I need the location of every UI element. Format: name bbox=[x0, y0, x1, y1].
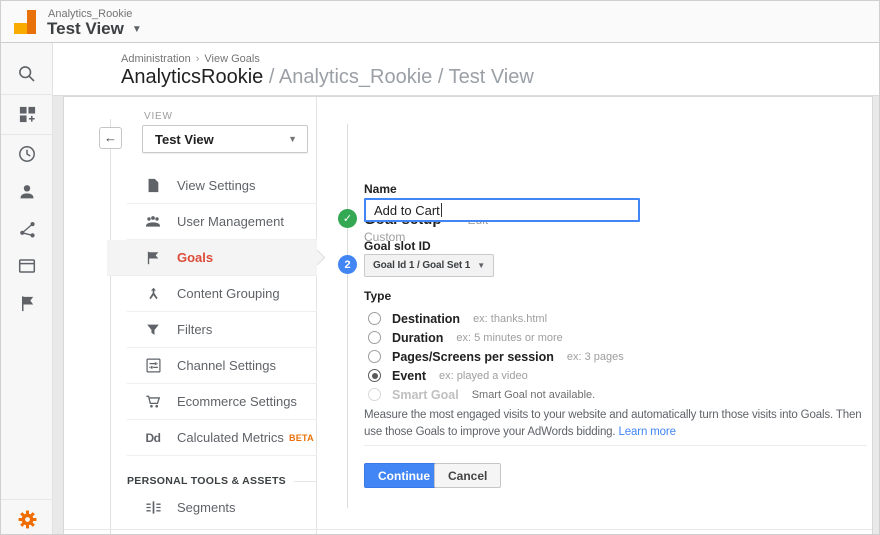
smart-goal-description: Measure the most engaged visits to your … bbox=[364, 407, 876, 440]
breadcrumb-band: Administration›View Goals AnalyticsRooki… bbox=[53, 43, 880, 96]
step2-number-badge: 2 bbox=[338, 255, 357, 274]
stepper-line bbox=[347, 124, 348, 508]
channel-settings-icon bbox=[144, 357, 162, 375]
segments-icon bbox=[144, 499, 162, 517]
view-settings-nav: ← VIEW Test View ▼ View Settings User Ma… bbox=[64, 97, 317, 535]
conversions-icon[interactable] bbox=[15, 291, 39, 315]
type-options: Destination ex: thanks.html Duration ex:… bbox=[368, 309, 624, 404]
back-button[interactable]: ← bbox=[99, 127, 122, 149]
name-label: Name bbox=[364, 182, 397, 196]
admin-gear-icon[interactable] bbox=[15, 507, 39, 531]
radio-icon bbox=[368, 350, 381, 363]
menu-item-user-management[interactable]: User Management bbox=[127, 204, 317, 240]
nav-vertical-line bbox=[110, 119, 111, 535]
radio-smart-goal: Smart Goal Smart Goal not available. bbox=[368, 385, 624, 404]
menu-item-view-settings[interactable]: View Settings bbox=[127, 168, 317, 204]
menu-item-content-grouping[interactable]: Content Grouping bbox=[127, 276, 317, 312]
learn-more-link[interactable]: Learn more bbox=[619, 426, 676, 438]
cancel-button[interactable]: Cancel bbox=[434, 463, 501, 488]
view-settings-icon bbox=[144, 177, 162, 195]
audience-icon[interactable] bbox=[15, 180, 39, 204]
radio-selected-icon bbox=[368, 369, 381, 382]
goals-flag-icon bbox=[144, 249, 162, 267]
breadcrumb-view-goals[interactable]: View Goals bbox=[204, 53, 259, 65]
calculated-metrics-icon: Dd bbox=[144, 429, 162, 447]
divider bbox=[364, 445, 867, 446]
goal-slot-dropdown[interactable]: Goal Id 1 / Goal Set 1 ▼ bbox=[364, 254, 494, 277]
content-grouping-icon bbox=[144, 285, 162, 303]
behavior-icon[interactable] bbox=[15, 254, 39, 278]
breadcrumb-administration[interactable]: Administration bbox=[121, 53, 191, 65]
chevron-down-icon: ▼ bbox=[132, 24, 142, 35]
goal-wizard: ✓ Goal setupEdit Custom 2 Goal descripti… bbox=[318, 97, 874, 535]
view-menu: View Settings User Management Goals Cont… bbox=[127, 168, 317, 456]
filters-icon bbox=[144, 321, 162, 339]
breadcrumb: Administration›View Goals bbox=[121, 53, 260, 65]
view-selector-dropdown[interactable]: Test View ▼ bbox=[142, 125, 308, 153]
search-icon[interactable] bbox=[15, 62, 39, 86]
radio-pages-per-session[interactable]: Pages/Screens per session ex: 3 pages bbox=[368, 347, 624, 366]
customization-icon[interactable] bbox=[15, 102, 39, 126]
text-cursor bbox=[441, 203, 442, 217]
radio-disabled-icon bbox=[368, 388, 381, 401]
ecommerce-icon bbox=[144, 393, 162, 411]
radio-duration[interactable]: Duration ex: 5 minutes or more bbox=[368, 328, 624, 347]
continue-button[interactable]: Continue bbox=[364, 463, 444, 488]
radio-icon bbox=[368, 312, 381, 325]
menu-item-segments[interactable]: Segments bbox=[127, 491, 317, 524]
beta-badge: BETA bbox=[289, 433, 314, 443]
back-arrow-icon: ← bbox=[104, 130, 117, 145]
menu-item-goals[interactable]: Goals bbox=[107, 240, 317, 276]
page-title-account: AnalyticsRookie bbox=[121, 66, 263, 88]
icon-rail bbox=[1, 43, 53, 535]
analytics-admin-page: Analytics_Rookie Test View▼ bbox=[0, 0, 880, 535]
personal-tools-header: PERSONAL TOOLS & ASSETS bbox=[127, 475, 317, 487]
page-title-path: / Analytics_Rookie / Test View bbox=[269, 66, 534, 88]
radio-event[interactable]: Event ex: played a video bbox=[368, 366, 624, 385]
view-section-label: VIEW bbox=[144, 111, 173, 122]
menu-item-ecommerce-settings[interactable]: Ecommerce Settings bbox=[127, 384, 317, 420]
menu-item-filters[interactable]: Filters bbox=[127, 312, 317, 348]
step1-check-icon: ✓ bbox=[338, 209, 357, 228]
chevron-down-icon: ▼ bbox=[477, 261, 485, 270]
view-switcher[interactable]: Test View▼ bbox=[47, 19, 142, 39]
goal-name-input[interactable]: Add to Cart bbox=[364, 198, 640, 222]
acquisition-icon[interactable] bbox=[15, 217, 39, 241]
radio-destination[interactable]: Destination ex: thanks.html bbox=[368, 309, 624, 328]
goal-slot-label: Goal slot ID bbox=[364, 239, 431, 253]
menu-item-channel-settings[interactable]: Channel Settings bbox=[127, 348, 317, 384]
history-icon[interactable] bbox=[15, 142, 39, 166]
user-management-icon bbox=[144, 213, 162, 231]
page-title: AnalyticsRookie / Analytics_Rookie / Tes… bbox=[121, 66, 534, 89]
chevron-down-icon: ▼ bbox=[288, 134, 297, 144]
analytics-logo-icon[interactable] bbox=[14, 10, 38, 34]
type-label: Type bbox=[364, 289, 391, 303]
admin-content-card: ← VIEW Test View ▼ View Settings User Ma… bbox=[63, 96, 873, 535]
radio-icon bbox=[368, 331, 381, 344]
menu-item-calculated-metrics[interactable]: Dd Calculated Metrics BETA bbox=[127, 420, 317, 456]
top-header: Analytics_Rookie Test View▼ bbox=[1, 1, 880, 43]
